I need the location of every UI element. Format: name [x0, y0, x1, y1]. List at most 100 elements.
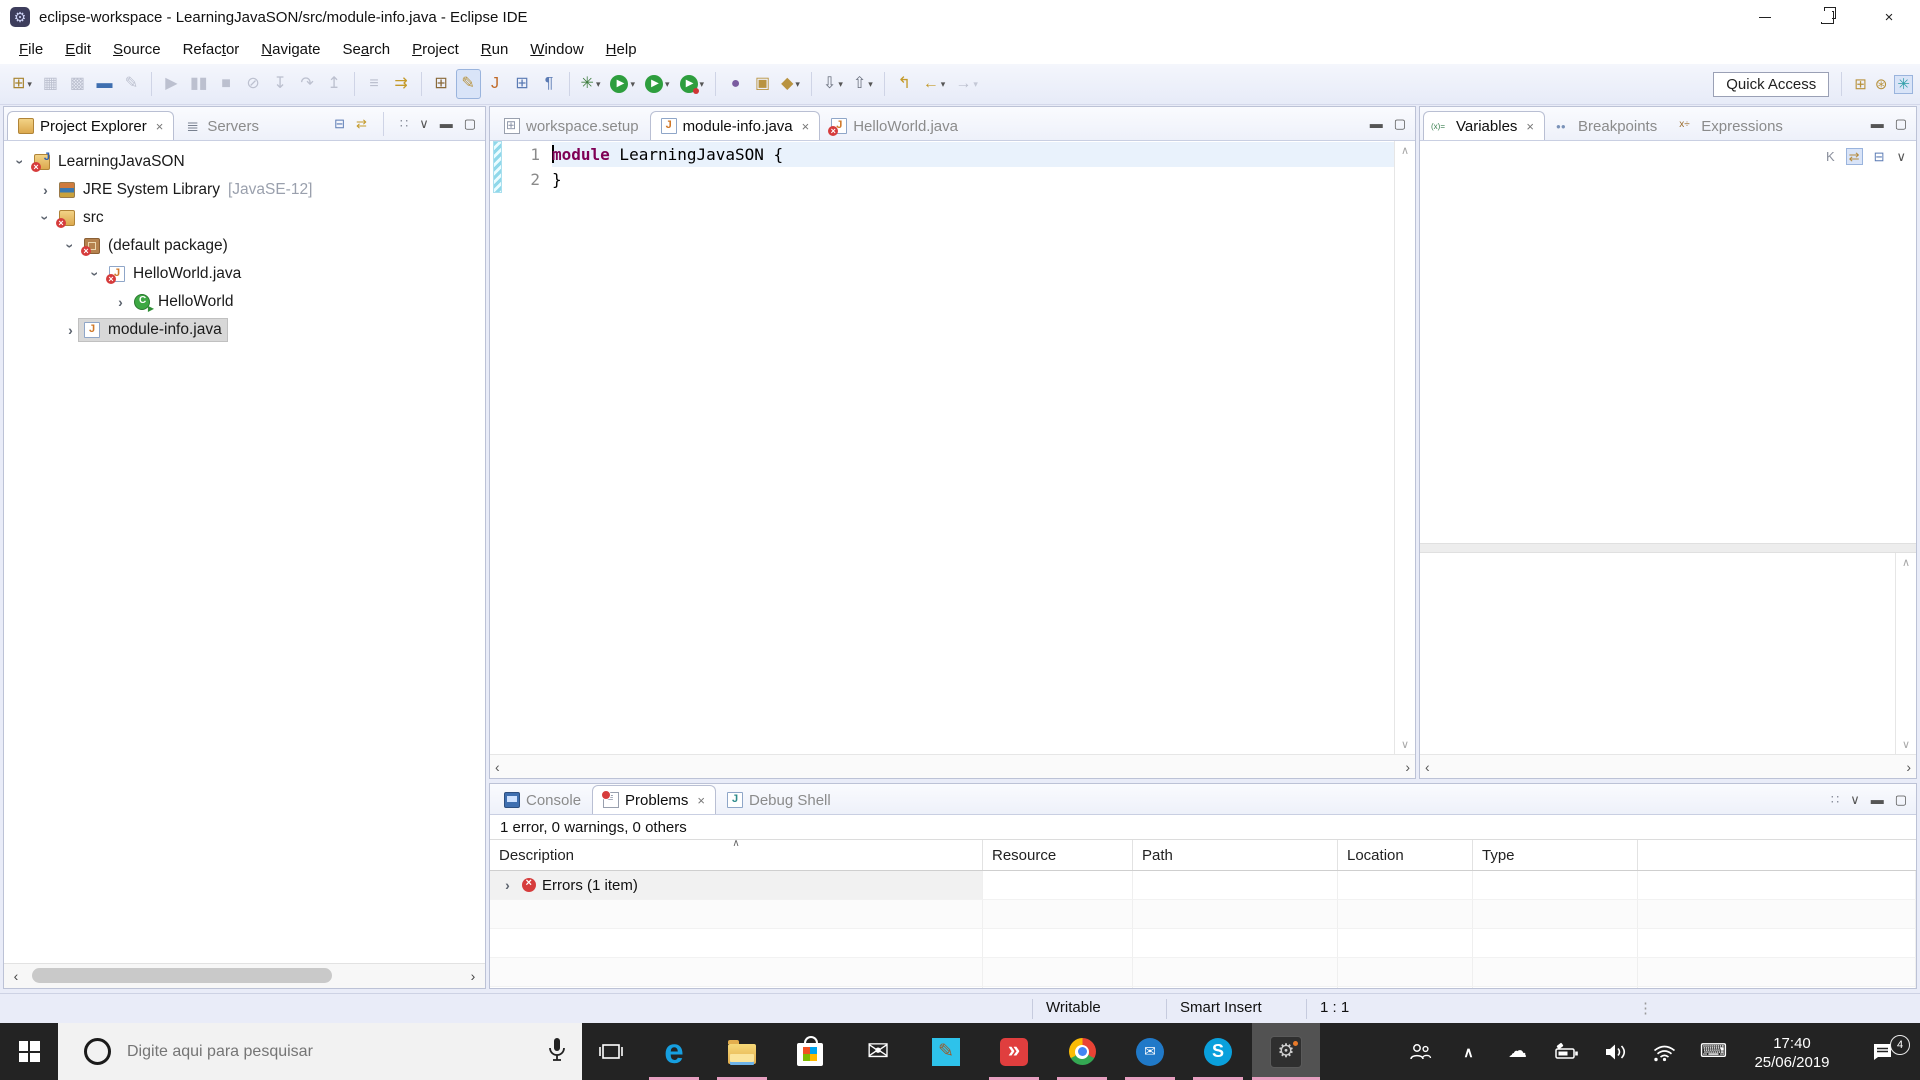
- toggle-mark-occurrences-button[interactable]: ✎: [455, 69, 481, 99]
- menu-navigate[interactable]: Navigate: [250, 41, 331, 58]
- action-center-button[interactable]: 4: [1846, 1034, 1920, 1064]
- menu-source[interactable]: Source: [102, 41, 172, 58]
- tree-item-helloworld[interactable]: › HelloWorld: [4, 288, 485, 316]
- tab-problems[interactable]: Problems ×: [592, 785, 716, 814]
- scrollbar-track[interactable]: [24, 964, 465, 988]
- taskbar-app-file-explorer[interactable]: [708, 1023, 776, 1080]
- tray-people[interactable]: [1395, 1040, 1444, 1064]
- previous-annotation-button[interactable]: ⇧ ▾: [849, 69, 877, 99]
- scroll-left-icon[interactable]: ‹: [1425, 759, 1430, 775]
- tab-module-info-java[interactable]: module-info.java ×: [649, 111, 821, 140]
- tree-item-helloworld-java[interactable]: › HelloWorld.java: [4, 260, 485, 288]
- column-header-location[interactable]: Location: [1338, 840, 1473, 870]
- show-logical-structures-icon[interactable]: ⇄: [1845, 147, 1863, 165]
- minimize-window-button[interactable]: [1734, 0, 1796, 34]
- tab-servers[interactable]: Servers: [174, 111, 270, 140]
- tray-hidden-icons-chevron[interactable]: ∧: [1444, 1045, 1493, 1059]
- search-input[interactable]: [125, 1041, 546, 1062]
- print-button[interactable]: ✎: [119, 69, 144, 99]
- tree-item-src[interactable]: › src: [4, 204, 485, 232]
- twisty-icon[interactable]: ›: [63, 238, 79, 255]
- focus-icon[interactable]: ∷: [1831, 793, 1839, 806]
- annotation-ruler[interactable]: [490, 141, 506, 754]
- maximize-icon[interactable]: ▢: [1895, 117, 1907, 130]
- menu-window[interactable]: Window: [519, 41, 594, 58]
- open-type-button[interactable]: ⊞: [510, 69, 535, 99]
- open-task-button[interactable]: ▣: [750, 69, 775, 99]
- next-annotation-button[interactable]: ⇩ ▾: [819, 69, 847, 99]
- menu-search[interactable]: Search: [332, 41, 402, 58]
- close-icon[interactable]: ×: [802, 119, 810, 134]
- scroll-left-icon[interactable]: ‹: [495, 759, 500, 775]
- twisty-icon[interactable]: ›: [38, 210, 54, 227]
- twisty-icon[interactable]: ›: [13, 154, 29, 171]
- column-header-path[interactable]: Path: [1133, 840, 1338, 870]
- focus-icon[interactable]: ∷: [400, 117, 408, 130]
- jee-perspective-icon[interactable]: ⊛: [1875, 77, 1888, 92]
- scroll-right-icon[interactable]: ›: [1405, 759, 1410, 775]
- tray-network[interactable]: [1640, 1040, 1689, 1064]
- minimize-icon[interactable]: ▬: [440, 117, 453, 130]
- back-button[interactable]: ← ▾: [919, 69, 950, 99]
- scroll-down-icon[interactable]: ∨: [1902, 738, 1910, 751]
- use-step-filters-button[interactable]: ≡: [362, 69, 387, 99]
- tray-touch-keyboard[interactable]: ⌨: [1689, 1042, 1738, 1061]
- maximize-icon[interactable]: ▢: [464, 117, 476, 130]
- taskbar-app-thunderbird[interactable]: [1116, 1023, 1184, 1080]
- view-menu-icon[interactable]: ∨: [1896, 150, 1906, 163]
- show-whitespace-button[interactable]: ¶: [537, 69, 562, 99]
- view-menu-icon[interactable]: ∨: [419, 117, 429, 130]
- tab-project-explorer[interactable]: Project Explorer ×: [7, 111, 175, 140]
- coverage-button[interactable]: ▶ ▾: [641, 69, 674, 99]
- scroll-right-icon[interactable]: ›: [465, 968, 481, 984]
- view-menu-icon[interactable]: ∨: [1850, 793, 1860, 806]
- menu-refactor[interactable]: Refactor: [172, 41, 251, 58]
- tab-expressions[interactable]: Expressions: [1668, 111, 1794, 140]
- taskbar-app-skype[interactable]: [1184, 1023, 1252, 1080]
- taskbar-clock[interactable]: 17:40 25/06/2019: [1738, 1032, 1846, 1072]
- menu-edit[interactable]: Edit: [54, 41, 102, 58]
- tab-helloworld-java[interactable]: HelloWorld.java: [820, 111, 969, 140]
- link-with-editor-icon[interactable]: ⇄: [356, 117, 367, 130]
- show-type-names-icon[interactable]: K: [1826, 150, 1835, 163]
- twisty-icon[interactable]: ›: [88, 266, 104, 283]
- step-return-button[interactable]: ↥: [322, 69, 347, 99]
- code-line[interactable]: 1 module LearningJavaSON {: [506, 142, 1394, 167]
- twisty-icon[interactable]: ›: [62, 322, 79, 338]
- menu-file[interactable]: File: [8, 41, 54, 58]
- taskbar-app-eclipse[interactable]: [1252, 1023, 1320, 1080]
- scroll-left-icon[interactable]: ‹: [8, 968, 24, 984]
- tree-item-learningjavason[interactable]: › LearningJavaSON: [4, 148, 485, 176]
- code-text[interactable]: }: [552, 167, 1394, 192]
- new-wizard-button[interactable]: ⊞ ▾: [8, 69, 36, 99]
- new-java-project-button[interactable]: ⊞: [429, 69, 454, 99]
- twisty-icon[interactable]: ›: [499, 877, 516, 893]
- taskbar-app-mail[interactable]: [844, 1023, 912, 1080]
- variables-sash[interactable]: [1420, 543, 1916, 553]
- tray-onedrive[interactable]: ☁: [1493, 1042, 1542, 1061]
- disconnect-button[interactable]: ⊘: [241, 69, 266, 99]
- close-window-button[interactable]: ×: [1858, 0, 1920, 34]
- minimize-icon[interactable]: ▬: [1871, 793, 1884, 806]
- table-row-errors[interactable]: › Errors (1 item): [490, 871, 1916, 900]
- code-editor[interactable]: 1 module LearningJavaSON {2} ∧ ∨: [490, 141, 1415, 754]
- minimize-icon[interactable]: ▬: [1871, 117, 1884, 130]
- menu-run[interactable]: Run: [470, 41, 520, 58]
- editor-hscrollbar[interactable]: ‹ ›: [490, 754, 1415, 778]
- scroll-up-icon[interactable]: ∧: [1401, 144, 1409, 157]
- tree-item-jre-system-library[interactable]: › JRE System Library [JavaSE-12]: [4, 176, 485, 204]
- debug-button[interactable]: ✳ ▾: [577, 69, 605, 99]
- terminate-button[interactable]: ■: [214, 69, 239, 99]
- scroll-up-icon[interactable]: ∧: [1902, 556, 1910, 569]
- code-text[interactable]: module LearningJavaSON {: [552, 142, 1394, 167]
- taskbar-app-store[interactable]: [776, 1023, 844, 1080]
- task-view-button[interactable]: [582, 1023, 640, 1080]
- menu-help[interactable]: Help: [595, 41, 648, 58]
- java-perspective-icon[interactable]: ✳: [1894, 74, 1913, 94]
- new-java-class-button[interactable]: J: [483, 69, 508, 99]
- tree-item-default-package[interactable]: › (default package): [4, 232, 485, 260]
- step-into-button[interactable]: ↧: [268, 69, 293, 99]
- close-icon[interactable]: ×: [697, 793, 705, 808]
- start-button[interactable]: [0, 1023, 58, 1080]
- close-icon[interactable]: ×: [1526, 119, 1534, 134]
